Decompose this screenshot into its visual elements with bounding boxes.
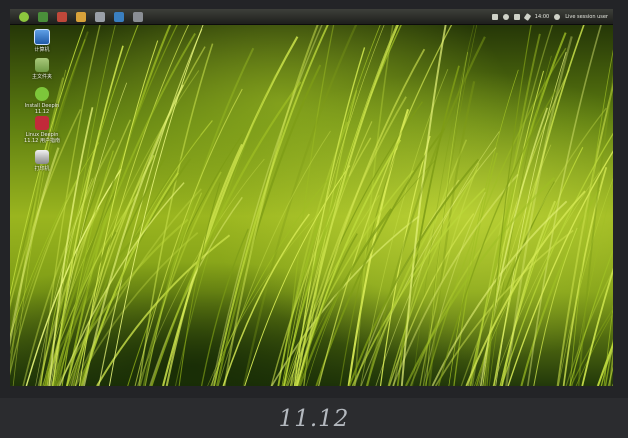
terminal-icon[interactable]	[38, 11, 48, 22]
volume-icon[interactable]	[513, 13, 520, 20]
desktop-icon-label: 计算机	[34, 47, 50, 53]
input-method-icon[interactable]	[502, 13, 509, 20]
settings-icon[interactable]	[133, 11, 143, 22]
grass-blade	[603, 304, 613, 386]
grass-blade	[569, 49, 613, 386]
printer-icon	[35, 150, 49, 164]
computer-icon	[34, 29, 50, 45]
top-panel: 14:00 Live session user	[10, 9, 613, 25]
text-editor-icon[interactable]	[95, 11, 105, 22]
clock[interactable]: 14:00	[535, 14, 549, 20]
network-icon[interactable]	[491, 13, 498, 20]
grass-blade	[149, 196, 243, 386]
session-user[interactable]: Live session user	[565, 14, 608, 20]
grass-blade	[52, 32, 196, 386]
desktop-icon-label: Linux Deepin 11.12 用户指南	[24, 132, 60, 144]
pen-icon[interactable]	[523, 12, 532, 21]
desktop-icon-install-deepin[interactable]: Install Deepin 11.12	[18, 87, 66, 115]
grass-blade	[150, 81, 302, 386]
media-player-icon[interactable]	[57, 11, 67, 22]
grass-blade	[366, 36, 486, 386]
desktop-icon-printer[interactable]: 打印机	[18, 150, 66, 172]
desktop-icon-label: 打印机	[34, 166, 50, 172]
desktop-icon-computer[interactable]: 计算机	[18, 29, 66, 53]
desktop-icon-label: 主文件夹	[31, 74, 52, 80]
grass-wallpaper	[10, 9, 613, 386]
desktop-icon-label: Install Deepin 11.12	[24, 103, 60, 115]
linux-deepin-forum-icon	[35, 116, 49, 130]
home-folder-icon	[35, 58, 49, 72]
grass-blade	[556, 82, 613, 386]
desktop-wallpaper	[10, 9, 613, 386]
grass-blade	[488, 55, 552, 386]
grass-blade	[213, 9, 337, 386]
desktop-icon-linux-deepin-guide[interactable]: Linux Deepin 11.12 用户指南	[18, 116, 66, 144]
install-deepin-icon	[35, 87, 49, 101]
grass-blade	[162, 36, 299, 386]
deepin-launcher-icon[interactable]	[19, 11, 29, 22]
power-icon[interactable]	[554, 13, 561, 20]
grass-blade	[499, 147, 584, 386]
file-manager-icon[interactable]	[114, 11, 124, 22]
image-viewer-icon[interactable]	[76, 11, 86, 22]
desktop-icon-home-folder[interactable]: 主文件夹	[18, 58, 66, 80]
version-caption: 11.12	[278, 406, 350, 432]
grass-blade	[10, 31, 89, 338]
